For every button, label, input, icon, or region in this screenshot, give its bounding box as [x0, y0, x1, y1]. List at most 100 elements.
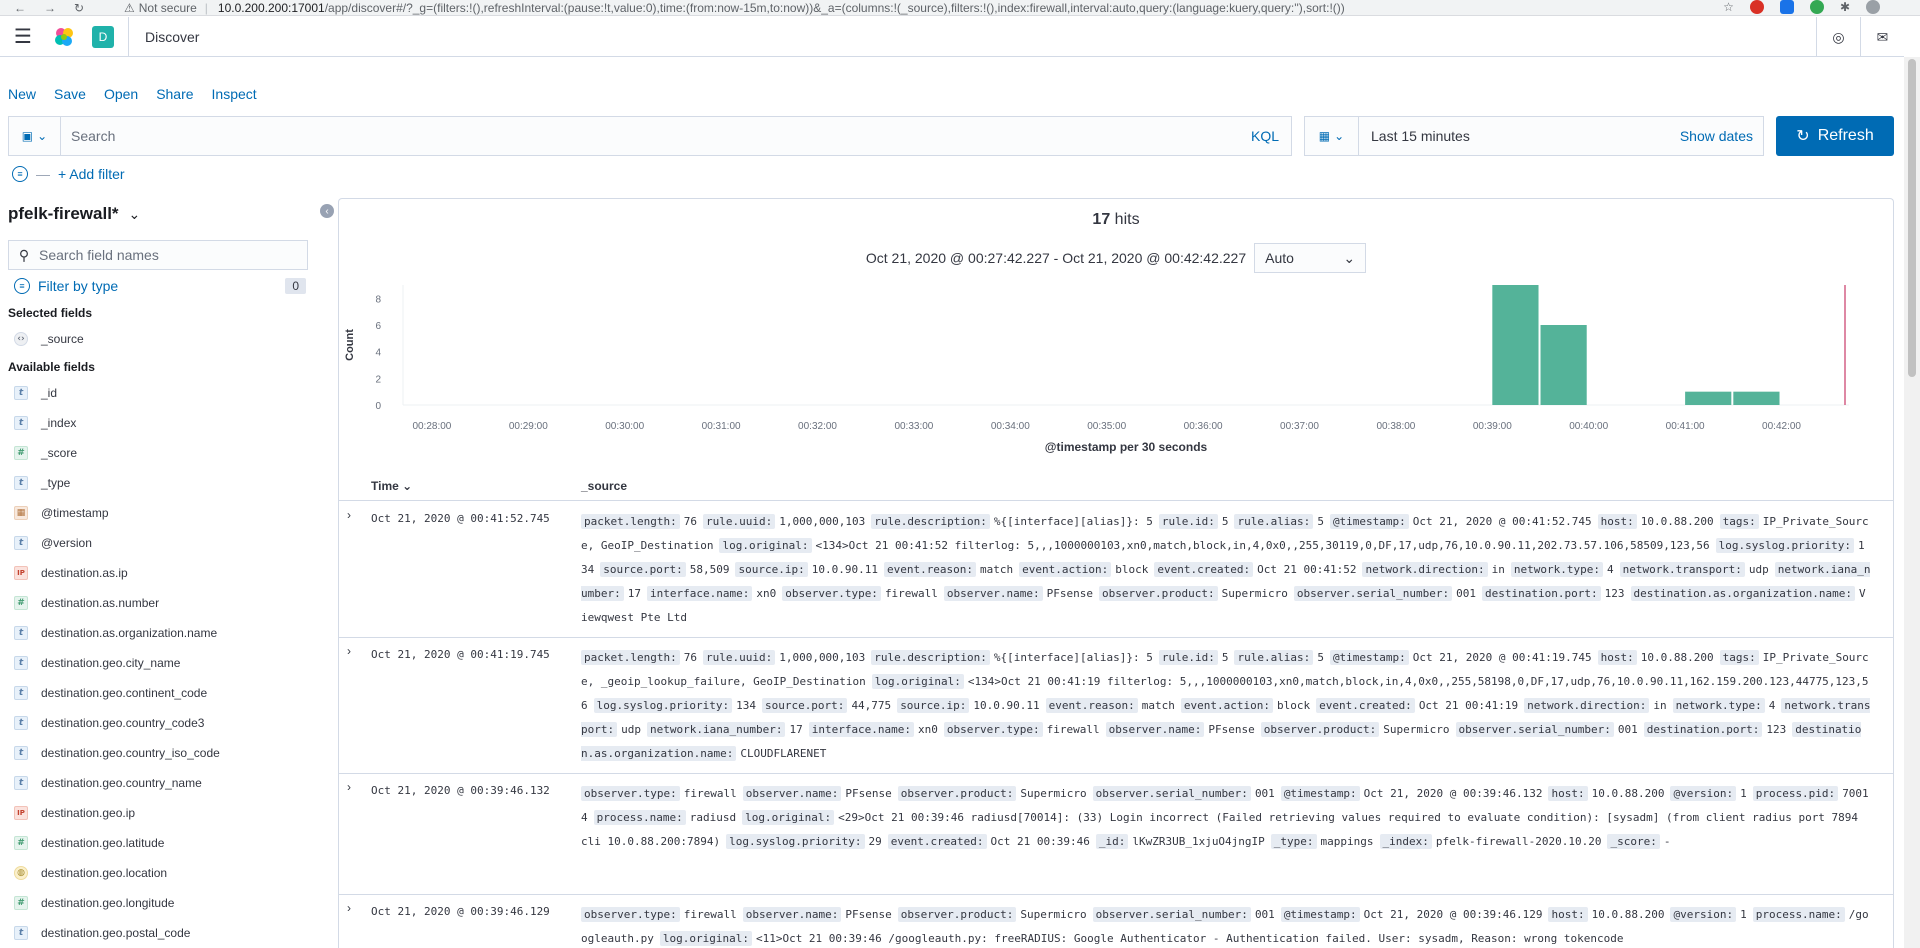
field-item[interactable]: t destination.geo.postal_code: [14, 918, 220, 948]
refresh-button[interactable]: ↻ Refresh: [1776, 116, 1894, 156]
field-key: network.type:: [1672, 698, 1765, 713]
doc-timestamp: Oct 21, 2020 @ 00:41:52.745: [371, 512, 550, 525]
available-field-list: t _id t _index # _score t _type ▦ @timestamp t @ver…: [14, 378, 220, 948]
interval-select[interactable]: Auto ⌄: [1254, 243, 1367, 273]
x-tick-label: 00:40:00: [1569, 421, 1608, 432]
forward-icon[interactable]: →: [44, 1, 56, 15]
puzzle-icon[interactable]: ✱: [1840, 0, 1850, 14]
mail-icon[interactable]: ✉: [1860, 17, 1904, 57]
refresh-label: Refresh: [1817, 127, 1874, 144]
filter-bar: ≡ — + Add filter: [12, 166, 125, 182]
new-button[interactable]: New: [8, 86, 36, 102]
field-item[interactable]: t destination.geo.country_iso_code: [14, 738, 220, 768]
reload-icon[interactable]: ↻: [74, 1, 84, 15]
field-key: event.created:: [1154, 562, 1254, 577]
hits-label: hits: [1114, 211, 1140, 228]
field-key: tags:: [1719, 650, 1759, 665]
field-search-input[interactable]: [39, 247, 307, 263]
histogram-bar: [1685, 391, 1732, 405]
star-icon[interactable]: ☆: [1723, 0, 1734, 14]
field-item[interactable]: t _id: [14, 378, 220, 408]
filter-icon[interactable]: ≡: [12, 166, 28, 182]
field-item[interactable]: t destination.as.organization.name: [14, 618, 220, 648]
field-item[interactable]: ‹› _source: [14, 324, 84, 354]
url-path: /app/discover#/?_g=(filters:!(),refreshI…: [324, 0, 1345, 15]
field-item[interactable]: t destination.geo.city_name: [14, 648, 220, 678]
add-filter-button[interactable]: + Add filter: [58, 166, 125, 182]
expand-row-icon[interactable]: ›: [347, 780, 351, 794]
kibana-logo[interactable]: [46, 23, 82, 51]
field-key: @timestamp:: [1329, 650, 1409, 665]
field-value: 58,509: [689, 563, 730, 576]
menu-icon[interactable]: ☰: [0, 24, 46, 49]
doc-row: › Oct 21, 2020 @ 00:41:19.745 packet.lengt…: [339, 638, 1893, 774]
index-pattern-selector[interactable]: pfelk-firewall* ⌄: [8, 204, 140, 224]
help-icon[interactable]: ◎: [1816, 17, 1860, 57]
save-button[interactable]: Save: [54, 86, 86, 102]
field-value: 17: [627, 587, 641, 600]
header-divider: [128, 16, 129, 57]
field-item[interactable]: t destination.geo.country_code3: [14, 708, 220, 738]
field-item[interactable]: t _index: [14, 408, 220, 438]
url-field[interactable]: 10.0.200.200:17001/app/discover#/?_g=(fi…: [218, 1, 1698, 15]
field-value: 4: [1607, 563, 1614, 576]
profile-avatar[interactable]: [1866, 0, 1880, 14]
kql-toggle[interactable]: KQL: [1251, 128, 1291, 144]
field-value: udp: [621, 723, 641, 736]
field-item[interactable]: # _score: [14, 438, 220, 468]
time-column-header[interactable]: Time ⌄: [371, 479, 412, 493]
field-key: interface.name:: [808, 722, 915, 737]
field-key: @timestamp:: [1329, 514, 1409, 529]
y-tick-label: 4: [375, 348, 381, 359]
search-input[interactable]: [61, 118, 1251, 154]
field-item[interactable]: t _type: [14, 468, 220, 498]
x-tick-label: 00:30:00: [605, 421, 644, 432]
open-button[interactable]: Open: [104, 86, 138, 102]
field-item[interactable]: ◍ destination.geo.location: [14, 858, 220, 888]
expand-row-icon[interactable]: ›: [347, 901, 351, 915]
field-value: pfelk-firewall-2020.10.20: [1435, 835, 1602, 848]
space-avatar[interactable]: D: [92, 25, 114, 48]
field-value: 134: [736, 699, 756, 712]
field-key: rule.description:: [871, 514, 990, 529]
saved-query-button[interactable]: ▣ ⌄: [9, 117, 61, 155]
field-item[interactable]: t destination.geo.continent_code: [14, 678, 220, 708]
collapse-sidebar-icon[interactable]: ‹: [320, 204, 334, 218]
field-key: observer.serial_number:: [1092, 786, 1251, 801]
field-value: match: [980, 563, 1014, 576]
field-item[interactable]: # destination.as.number: [14, 588, 220, 618]
expand-row-icon[interactable]: ›: [347, 644, 351, 658]
inspect-button[interactable]: Inspect: [212, 86, 257, 102]
field-value: 5: [1317, 651, 1324, 664]
field-item[interactable]: t destination.geo.country_name: [14, 768, 220, 798]
histogram-bar: [1492, 285, 1539, 405]
quick-select-button[interactable]: ▦ ⌄: [1305, 117, 1359, 155]
field-item[interactable]: IP destination.as.ip: [14, 558, 220, 588]
filter-by-type-button[interactable]: ≡ Filter by type 0: [14, 278, 306, 294]
show-dates-button[interactable]: Show dates: [1680, 128, 1763, 144]
field-key: host:: [1548, 907, 1588, 922]
field-key: process.pid:: [1752, 786, 1839, 801]
extension-icon[interactable]: [1749, 0, 1764, 14]
scrollbar-thumb[interactable]: [1908, 59, 1916, 377]
field-value: lKwZR3UB_1xjuO4jngIP: [1132, 835, 1265, 848]
extension-icon[interactable]: [1809, 0, 1824, 14]
field-name: destination.geo.country_code3: [41, 716, 205, 730]
date-range-text[interactable]: Last 15 minutes: [1371, 128, 1680, 144]
field-name: destination.as.organization.name: [41, 626, 218, 640]
field-value: Supermicro: [1020, 787, 1087, 800]
field-key: log.syslog.priority:: [726, 834, 865, 849]
expand-row-icon[interactable]: ›: [347, 508, 351, 522]
field-item[interactable]: # destination.geo.latitude: [14, 828, 220, 858]
field-item[interactable]: ▦ @timestamp: [14, 498, 220, 528]
page-scrollbar[interactable]: [1904, 57, 1920, 948]
field-key: @version:: [1670, 786, 1737, 801]
share-button[interactable]: Share: [156, 86, 193, 102]
field-item[interactable]: t @version: [14, 528, 220, 558]
field-item[interactable]: IP destination.geo.ip: [14, 798, 220, 828]
field-value: 10.0.90.11: [973, 699, 1040, 712]
field-value: in: [1653, 699, 1667, 712]
back-icon[interactable]: ←: [14, 1, 26, 15]
extension-icon[interactable]: [1779, 0, 1794, 14]
field-item[interactable]: # destination.geo.longitude: [14, 888, 220, 918]
